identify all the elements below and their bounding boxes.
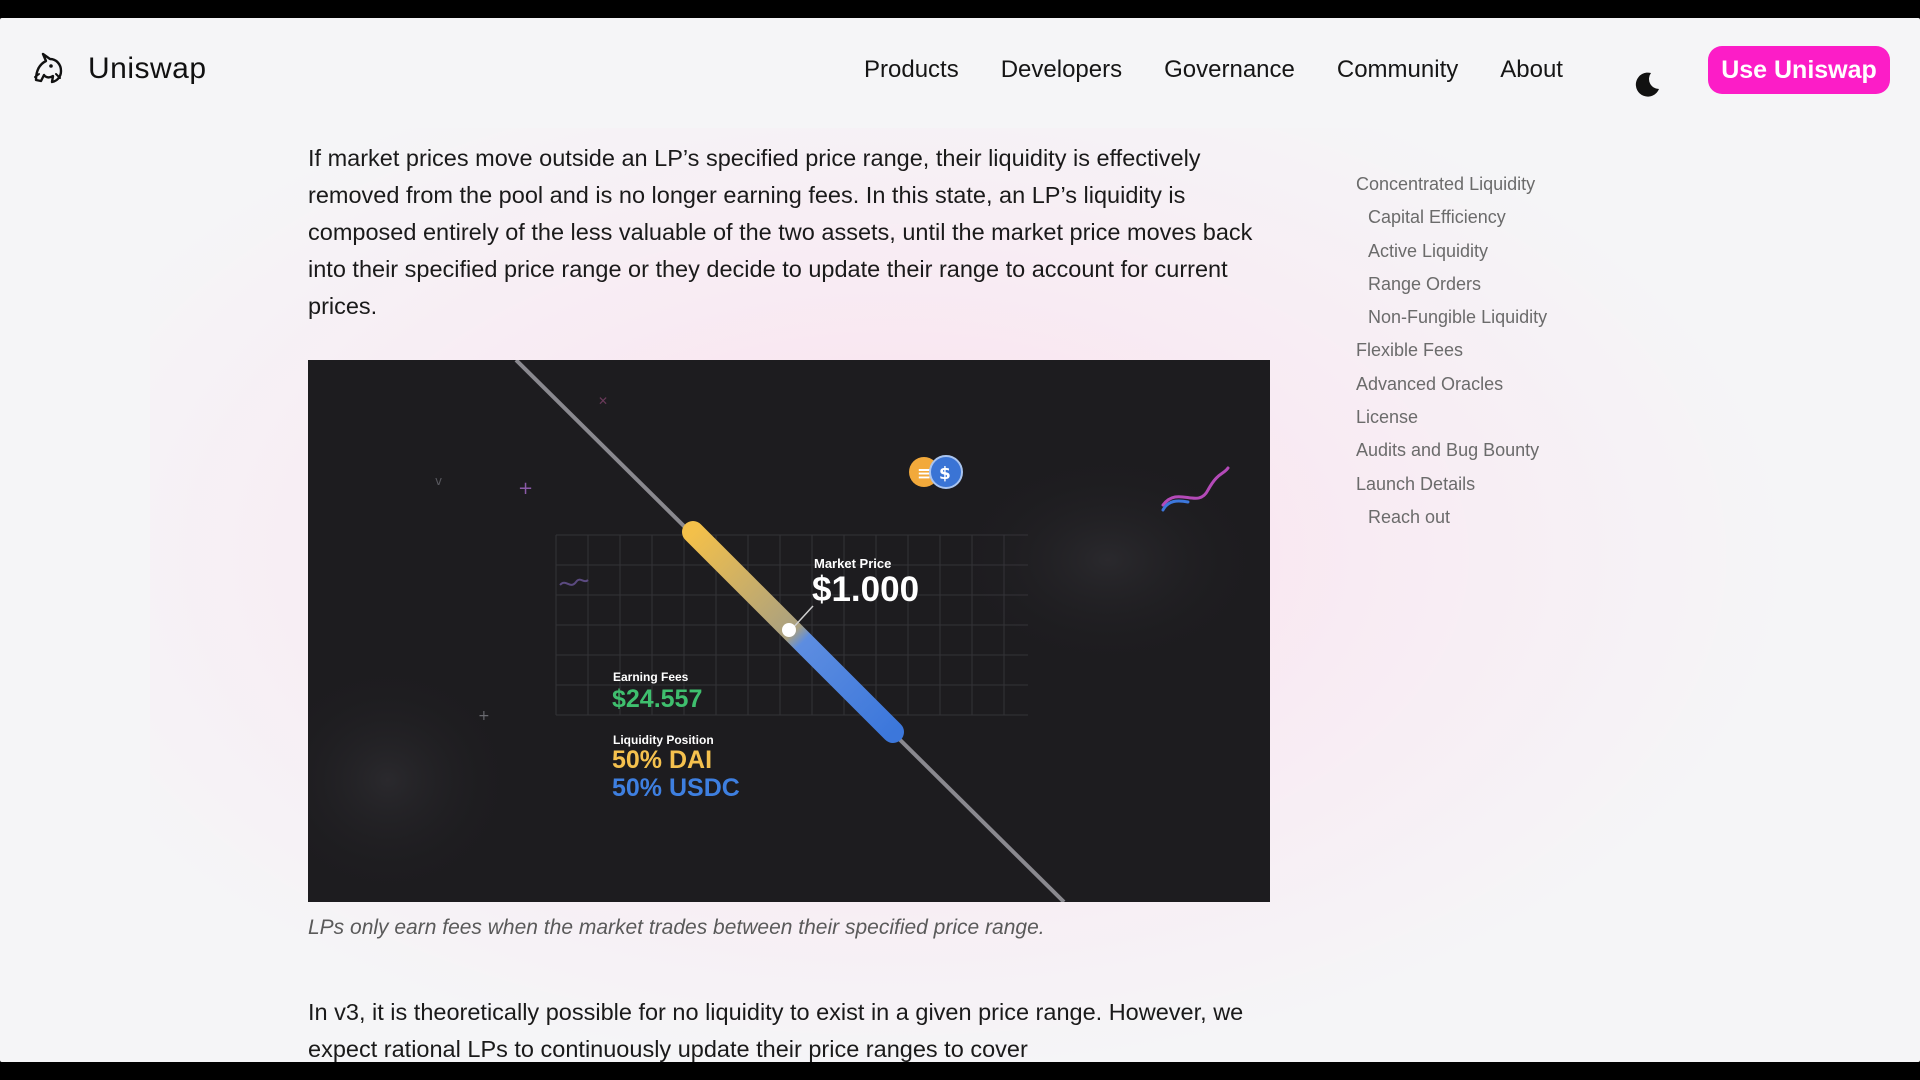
earning-fees-label: Earning Fees bbox=[613, 670, 689, 684]
toc-non-fungible-liquidity[interactable]: Non-Fungible Liquidity bbox=[1356, 301, 1547, 334]
svg-text:✕: ✕ bbox=[598, 394, 608, 408]
svg-text:v: v bbox=[435, 474, 442, 488]
nav-developers[interactable]: Developers bbox=[1001, 56, 1122, 84]
dai-share-value: 50% DAI bbox=[612, 746, 713, 774]
usdc-share-value: 50% USDC bbox=[612, 774, 740, 802]
toc-reach-out[interactable]: Reach out bbox=[1356, 501, 1547, 534]
svg-text:+: + bbox=[518, 478, 533, 499]
svg-text:≡: ≡ bbox=[917, 464, 931, 484]
toc-concentrated-liquidity[interactable]: Concentrated Liquidity bbox=[1356, 168, 1547, 201]
browser-viewport: Uniswap Products Developers Governance C… bbox=[0, 18, 1920, 1062]
article-body: If market prices move outside an LP’s sp… bbox=[308, 140, 1268, 325]
use-uniswap-button[interactable]: Use Uniswap bbox=[1708, 46, 1890, 94]
figure-caption: LPs only earn fees when the market trade… bbox=[308, 916, 1045, 939]
toc-audits-and-bug-bounty[interactable]: Audits and Bug Bounty bbox=[1356, 434, 1547, 467]
toc-active-liquidity[interactable]: Active Liquidity bbox=[1356, 235, 1547, 268]
market-price-label: Market Price bbox=[814, 556, 892, 571]
toc-advanced-oracles[interactable]: Advanced Oracles bbox=[1356, 368, 1547, 401]
site-header: Uniswap Products Developers Governance C… bbox=[0, 18, 1920, 124]
brand-name[interactable]: Uniswap bbox=[88, 52, 207, 86]
table-of-contents: Concentrated Liquidity Capital Efficienc… bbox=[1356, 168, 1547, 534]
toc-capital-efficiency[interactable]: Capital Efficiency bbox=[1356, 201, 1547, 234]
toc-range-orders[interactable]: Range Orders bbox=[1356, 268, 1547, 301]
market-price-value: $1.000 bbox=[812, 570, 920, 609]
nav-governance[interactable]: Governance bbox=[1164, 56, 1295, 84]
earning-fees-value: $24.557 bbox=[612, 685, 703, 713]
nav-community[interactable]: Community bbox=[1337, 56, 1458, 84]
nav-products[interactable]: Products bbox=[864, 56, 959, 84]
article-paragraph: In v3, it is theoretically possible for … bbox=[308, 999, 1244, 1062]
illustration-graphic: ≡ $ + + ✕ v bbox=[308, 360, 1268, 902]
toc-flexible-fees[interactable]: Flexible Fees bbox=[1356, 334, 1547, 367]
concentrated-liquidity-illustration: ≡ $ + + ✕ v Market Price $1.000 Earning … bbox=[308, 360, 1270, 902]
article-paragraph: If market prices move outside an LP’s sp… bbox=[308, 145, 1253, 319]
svg-text:$: $ bbox=[939, 464, 951, 484]
moon-icon[interactable] bbox=[1632, 70, 1662, 100]
main-nav: Products Developers Governance Community… bbox=[864, 56, 1563, 84]
toc-launch-details[interactable]: Launch Details bbox=[1356, 468, 1547, 501]
liquidity-position-label: Liquidity Position bbox=[613, 733, 714, 747]
unicorn-logo-icon[interactable] bbox=[30, 50, 66, 86]
toc-license[interactable]: License bbox=[1356, 401, 1547, 434]
nav-about[interactable]: About bbox=[1500, 56, 1563, 84]
svg-text:+: + bbox=[478, 708, 490, 724]
